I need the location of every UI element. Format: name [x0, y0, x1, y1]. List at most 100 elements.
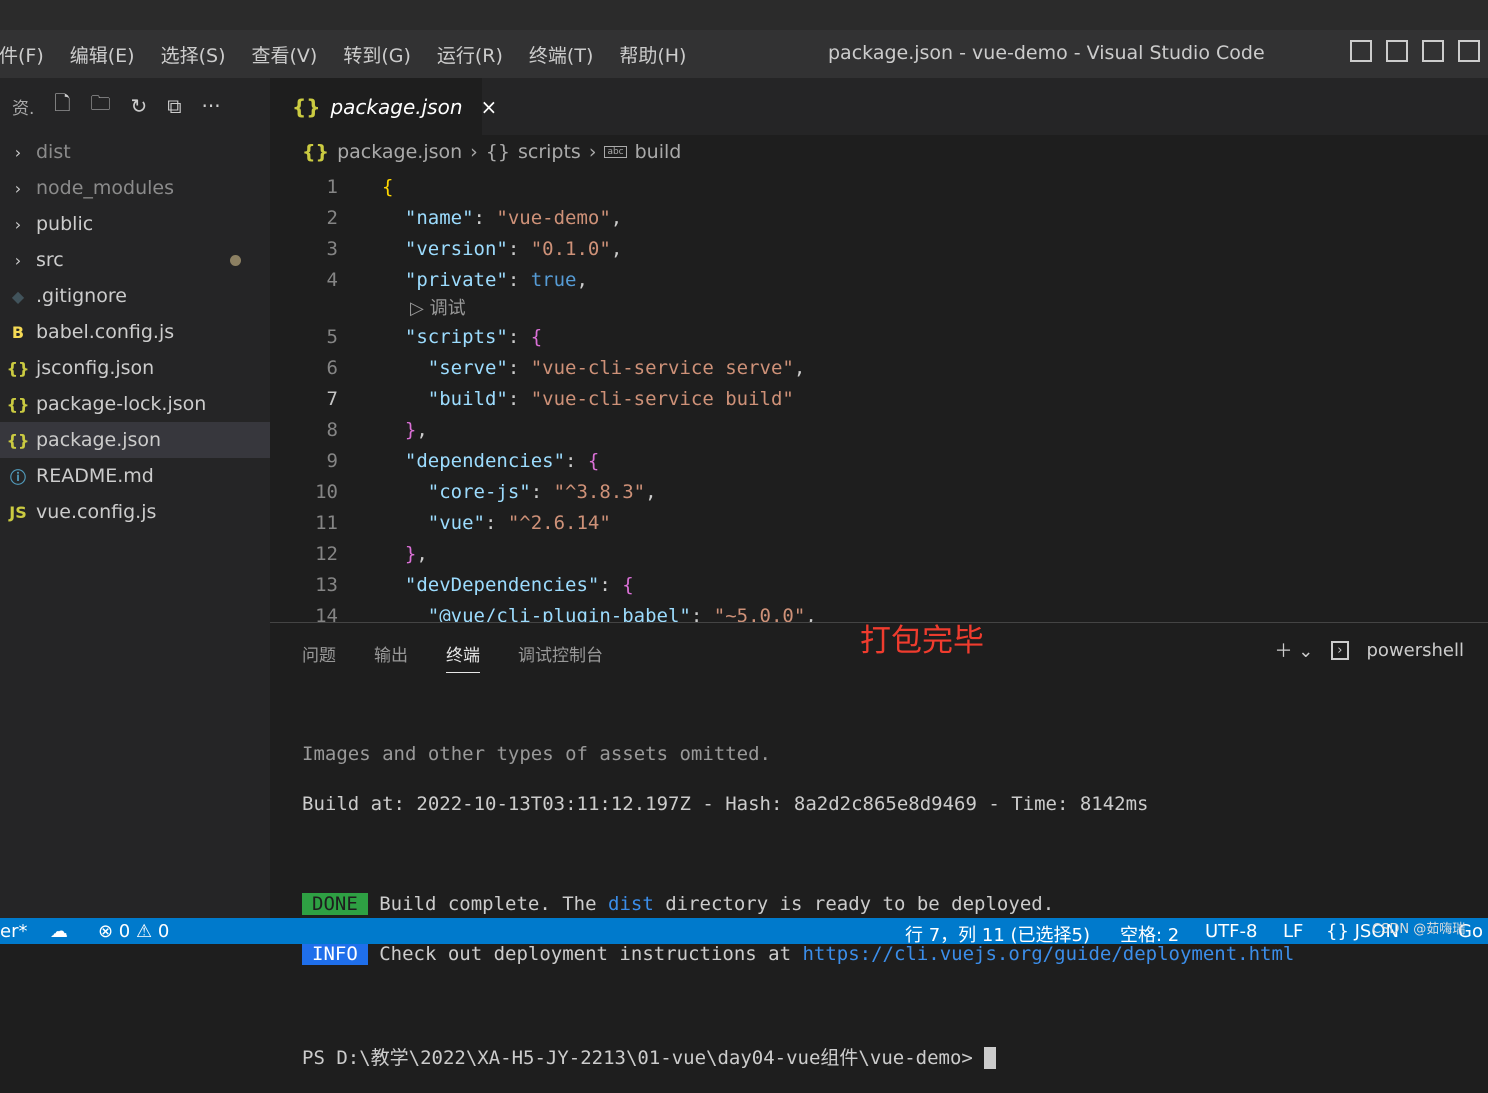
code-line: 8 }, — [270, 415, 1488, 446]
code-line: 9 "dependencies": { — [270, 446, 1488, 477]
info-badge: INFO — [302, 943, 368, 965]
tree-item[interactable]: › src — [0, 242, 270, 278]
branch[interactable]: er* — [0, 921, 27, 942]
debug-codelens[interactable]: ▷ 调试 — [410, 294, 466, 320]
code-token: { — [587, 450, 600, 472]
tab-package-json[interactable]: {} package.json × — [270, 78, 497, 135]
panel-tabs: 问题 输出 终端 调试控制台 — [302, 641, 603, 673]
menu-item[interactable]: 件(F) — [0, 41, 57, 68]
code-token: : — [507, 326, 531, 348]
eol[interactable]: LF — [1283, 921, 1303, 942]
line-number: 10 — [315, 481, 338, 503]
panel-tab[interactable]: 终端 — [446, 641, 480, 673]
tree-item[interactable]: ◆ .gitignore — [0, 278, 270, 314]
toggle-secondary-sidebar-icon[interactable] — [1422, 40, 1444, 62]
panel-tab[interactable]: 问题 — [302, 641, 336, 673]
menu-item[interactable]: 终端(T) — [516, 41, 606, 68]
code-line: 6 "serve": "vue-cli-service serve", — [270, 353, 1488, 384]
code-line: 11 "vue": "^2.6.14" — [270, 508, 1488, 539]
new-folder-icon[interactable]: 🗀 — [91, 89, 111, 123]
code-token: "vue-cli-service serve" — [530, 357, 794, 379]
indentation[interactable]: 空格: 2 — [1120, 921, 1179, 947]
line-number: 13 — [315, 574, 338, 596]
panel-tab[interactable]: 调试控制台 — [518, 641, 603, 673]
line-text: "scripts": { — [382, 326, 542, 348]
code-token: , — [416, 419, 428, 441]
tree-item-label: README.md — [36, 465, 154, 487]
menu-item[interactable]: 编辑(E) — [57, 41, 148, 68]
menu-item[interactable]: 查看(V) — [239, 41, 331, 68]
object-icon: {} — [485, 141, 510, 163]
chevron-right-icon: › — [14, 142, 22, 162]
terminal-panel: 问题 输出 终端 调试控制台 打包完毕 ＋ ⌄ › powershell Images… — [270, 622, 1488, 1069]
code-token: : — [473, 207, 497, 229]
panel-actions: ＋ ⌄ › powershell — [1274, 637, 1464, 663]
chevron-right-icon: › — [470, 141, 478, 163]
json-icon: {} — [292, 94, 321, 119]
terminal-output[interactable]: Images and other types of assets omitted… — [302, 721, 1294, 1093]
new-terminal-icon[interactable]: ＋ ⌄ — [1274, 637, 1313, 663]
sync-icon[interactable]: ☁ — [50, 921, 68, 942]
code-token: { — [530, 326, 543, 348]
tree-item[interactable]: {} jsconfig.json — [0, 350, 270, 386]
modified-dot — [230, 255, 241, 266]
code-token: "build" — [382, 388, 508, 410]
line-text: "version": "0.1.0", — [382, 238, 622, 260]
tree-item[interactable]: JS vue.config.js — [0, 494, 270, 530]
code-token: { — [382, 176, 394, 198]
code-token: : — [507, 388, 531, 410]
code-token: : — [530, 481, 554, 503]
encoding[interactable]: UTF-8 — [1205, 921, 1257, 942]
tree-item[interactable]: › node_modules — [0, 170, 270, 206]
breadcrumb-file[interactable]: package.json — [337, 141, 462, 163]
code-token: } — [382, 543, 417, 565]
menu-item[interactable]: 选择(S) — [148, 41, 239, 68]
new-file-icon[interactable]: 🗋 — [54, 89, 70, 123]
explorer-header: 资. 🗋 🗀 ↻ ⧉ ··· — [0, 78, 270, 134]
layout-controls — [1350, 40, 1480, 62]
tree-item[interactable]: ⓘ README.md — [0, 458, 270, 494]
tree-item[interactable]: {} package.json — [0, 422, 270, 458]
menu-item[interactable]: 帮助(H) — [606, 41, 699, 68]
code-editor[interactable]: 1{2 "name": "vue-demo", 3 "version": "0.1… — [270, 172, 1488, 622]
tree-item-label: babel.config.js — [36, 321, 175, 343]
breadcrumb-scripts[interactable]: scripts — [518, 141, 581, 163]
code-token: , — [416, 543, 428, 565]
code-token: { — [622, 574, 634, 596]
line-text: }, — [382, 419, 428, 441]
chevron-right-icon: › — [14, 214, 22, 234]
tree-item[interactable]: › dist — [0, 134, 270, 170]
code-token: "vue-cli-service build" — [530, 388, 794, 410]
line-number: 3 — [326, 238, 338, 260]
breadcrumb-build[interactable]: build — [635, 141, 682, 163]
line-text: { — [382, 176, 393, 198]
cursor-position[interactable]: 行 7，列 11 (已选择5) — [905, 921, 1090, 947]
toggle-panel-icon[interactable] — [1386, 40, 1408, 62]
panel-tab[interactable]: 输出 — [374, 641, 408, 673]
more-icon[interactable]: ··· — [202, 94, 221, 118]
breadcrumb: {} package.json › {} scripts › abc build — [302, 141, 681, 163]
refresh-icon[interactable]: ↻ — [131, 94, 148, 118]
close-icon[interactable]: × — [481, 95, 498, 119]
code-token: "private" — [382, 269, 508, 291]
line-number: 9 — [326, 450, 338, 472]
toggle-sidebar-icon[interactable] — [1350, 40, 1372, 62]
terminal-line-info: INFO Check out deployment instructions a… — [302, 943, 1294, 971]
shell-name[interactable]: powershell — [1367, 640, 1465, 661]
menu-item[interactable]: 转到(G) — [330, 41, 424, 68]
menu-item[interactable]: 运行(R) — [424, 41, 516, 68]
problems-count[interactable]: ⊗ 0 ⚠ 0 — [98, 921, 169, 942]
tree-item-label: dist — [36, 141, 71, 163]
tree-item-label: package.json — [36, 429, 162, 451]
code-token: "@vue/cli-plugin-babel" — [382, 605, 691, 622]
code-token: "serve" — [382, 357, 508, 379]
customize-layout-icon[interactable] — [1458, 40, 1480, 62]
code-token: "~5.0.0" — [713, 605, 806, 622]
line-number: 14 — [315, 605, 338, 622]
tree-item[interactable]: › public — [0, 206, 270, 242]
code-token: } — [382, 419, 417, 441]
tree-item[interactable]: Bbabel.config.js — [0, 314, 270, 350]
tree-item[interactable]: {} package-lock.json — [0, 386, 270, 422]
code-token: "vue" — [382, 512, 485, 534]
collapse-all-icon[interactable]: ⧉ — [167, 94, 181, 118]
